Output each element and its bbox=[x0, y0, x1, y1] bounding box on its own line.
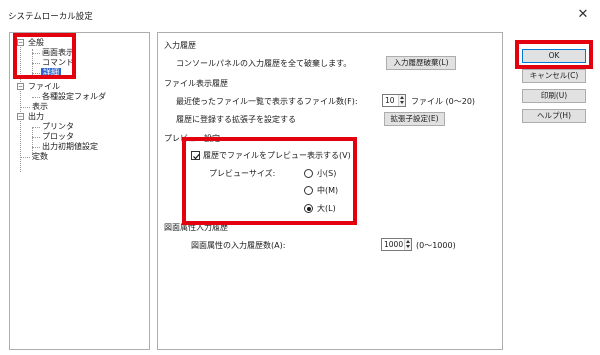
tree-connector bbox=[32, 63, 40, 64]
check-icon bbox=[193, 153, 200, 160]
attribute-history-stepper[interactable]: 1000 bbox=[381, 238, 412, 251]
ok-button[interactable]: OK bbox=[522, 49, 586, 63]
tree-connector bbox=[20, 45, 21, 172]
input-history-description: コンソールパネルの入力履歴を全て破棄します。 bbox=[176, 59, 352, 68]
recent-files-value[interactable]: 10 bbox=[385, 95, 395, 106]
tree-connector bbox=[32, 73, 40, 74]
tree-item-folders[interactable]: 各種設定フォルダ bbox=[42, 92, 106, 102]
tree-connector bbox=[32, 137, 40, 138]
spin-arrows-icon[interactable] bbox=[398, 95, 405, 106]
collapse-icon[interactable]: − bbox=[17, 83, 24, 90]
extension-settings-button[interactable]: 拡張子設定(E) bbox=[384, 112, 445, 126]
close-icon[interactable]: ✕ bbox=[574, 6, 592, 24]
discard-history-button[interactable]: 入力履歴破棄(L) bbox=[386, 56, 456, 70]
tree-item-printer[interactable]: プリンタ bbox=[42, 122, 74, 132]
tree-connector bbox=[32, 53, 40, 54]
tree-connector bbox=[20, 157, 30, 158]
section-heading-preview: プレビュー設定 bbox=[164, 134, 220, 143]
tree-item-constants[interactable]: 定数 bbox=[32, 152, 48, 162]
tree-item-file[interactable]: ファイル bbox=[28, 82, 60, 92]
size-large-label[interactable]: 大(L) bbox=[317, 203, 336, 214]
section-heading-input-history: 入力履歴 bbox=[164, 41, 196, 50]
tree-item-command[interactable]: コマンド bbox=[42, 58, 74, 68]
preview-size-label: プレビューサイズ: bbox=[209, 169, 276, 178]
help-button[interactable]: ヘルプ(H) bbox=[522, 109, 586, 123]
tree-item-display[interactable]: 画面表示 bbox=[42, 48, 74, 58]
tree-connector bbox=[32, 97, 40, 98]
recent-files-stepper[interactable]: 10 bbox=[382, 94, 406, 107]
settings-tree: − − − 全般 画面表示 コマンド 詳細 ファイル 各種設定フォルダ 表示 出… bbox=[9, 32, 150, 350]
attribute-history-value[interactable]: 1000 bbox=[384, 239, 403, 250]
title-bar: システムローカル設定 ✕ bbox=[0, 0, 600, 30]
collapse-icon[interactable]: − bbox=[17, 39, 24, 46]
size-large-radio[interactable] bbox=[304, 204, 313, 213]
cancel-button[interactable]: キャンセル(C) bbox=[522, 69, 586, 83]
radio-dot-icon bbox=[306, 206, 311, 211]
tree-connector bbox=[32, 147, 40, 148]
settings-panel: 入力履歴 コンソールパネルの入力履歴を全て破棄します。 入力履歴破棄(L) ファ… bbox=[157, 32, 503, 350]
size-small-label[interactable]: 小(S) bbox=[317, 168, 336, 179]
tree-item-plotter[interactable]: プロッタ bbox=[42, 132, 74, 142]
window-title: システムローカル設定 bbox=[8, 12, 93, 22]
tree-item-output[interactable]: 出力 bbox=[28, 112, 44, 122]
tree-item-general[interactable]: 全般 bbox=[28, 38, 44, 48]
attribute-history-range: (0〜1000) bbox=[416, 241, 456, 250]
preview-checkbox-label[interactable]: 履歴でファイルをプレビュー表示する(V) bbox=[203, 150, 351, 161]
section-heading-file-history: ファイル表示履歴 bbox=[164, 79, 228, 88]
tree-connector bbox=[32, 127, 40, 128]
spin-arrows-icon[interactable] bbox=[404, 239, 411, 250]
size-medium-radio[interactable] bbox=[304, 186, 313, 195]
attribute-history-label: 図面属性の入力履歴数(A): bbox=[191, 241, 286, 250]
extension-label: 履歴に登録する拡張子を設定する bbox=[176, 115, 296, 124]
tree-item-view[interactable]: 表示 bbox=[32, 102, 48, 112]
preview-checkbox[interactable] bbox=[191, 151, 200, 160]
recent-files-unit: ファイル (0〜20) bbox=[411, 97, 476, 106]
tree-item-details[interactable]: 詳細 bbox=[41, 68, 61, 78]
tree-item-output-defaults[interactable]: 出力初期値設定 bbox=[42, 142, 98, 152]
tree-connector bbox=[20, 107, 30, 108]
print-button[interactable]: 印刷(U) bbox=[522, 89, 586, 103]
recent-files-label: 最近使ったファイル一覧で表示するファイル数(F): bbox=[176, 97, 358, 106]
collapse-icon[interactable]: − bbox=[17, 113, 24, 120]
size-small-radio[interactable] bbox=[304, 169, 313, 178]
size-medium-label[interactable]: 中(M) bbox=[317, 185, 338, 196]
section-heading-attribute-history: 図面属性入力履歴 bbox=[164, 223, 228, 232]
